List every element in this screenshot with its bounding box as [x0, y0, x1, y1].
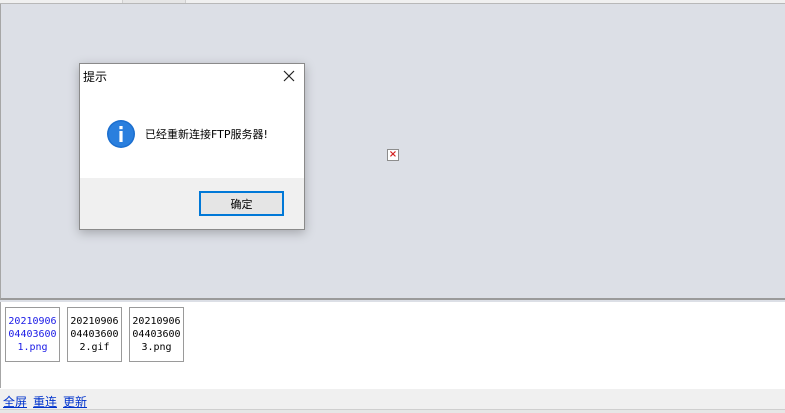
message-dialog: 提示 已经重新连接FTP服务器! 确定 [79, 63, 305, 230]
dialog-footer: 确定 [80, 178, 304, 229]
thumbnail-strip: 20210906 04403600 1.png 20210906 0440360… [0, 302, 785, 388]
dialog-message: 已经重新连接FTP服务器! [145, 128, 268, 141]
dialog-title: 提示 [83, 70, 108, 84]
refresh-link[interactable]: 更新 [63, 393, 87, 410]
thumbnail-date: 20210906 [132, 316, 181, 327]
fullscreen-link[interactable]: 全屏 [3, 393, 27, 410]
thumbnail-item[interactable]: 20210906 04403600 2.gif [67, 307, 122, 362]
thumbnail-time: 04403600 [8, 329, 57, 340]
thumbnail-date: 20210906 [8, 316, 57, 327]
broken-image-icon: × [387, 149, 399, 161]
thumbnail-date: 20210906 [70, 316, 119, 327]
thumbnail-time: 04403600 [132, 329, 181, 340]
ok-button[interactable]: 确定 [199, 191, 284, 216]
bottom-link-bar: 全屏 重连 更新 [0, 388, 785, 413]
info-icon [107, 120, 135, 148]
thumbnail-filename: 2.gif [79, 342, 110, 353]
close-button[interactable] [279, 67, 299, 85]
thumbnail-time: 04403600 [70, 329, 119, 340]
close-icon[interactable] [283, 70, 295, 82]
bottom-scrollbar[interactable] [0, 409, 785, 413]
broken-image-glyph: × [388, 149, 398, 160]
reconnect-link[interactable]: 重连 [33, 393, 57, 410]
thumbnail-filename: 3.png [141, 342, 172, 353]
thumbnail-item[interactable]: 20210906 04403600 3.png [129, 307, 184, 362]
thumbnail-filename: 1.png [17, 342, 48, 353]
thumbnail-item[interactable]: 20210906 04403600 1.png [5, 307, 60, 362]
dialog-body: 已经重新连接FTP服务器! [80, 88, 304, 178]
